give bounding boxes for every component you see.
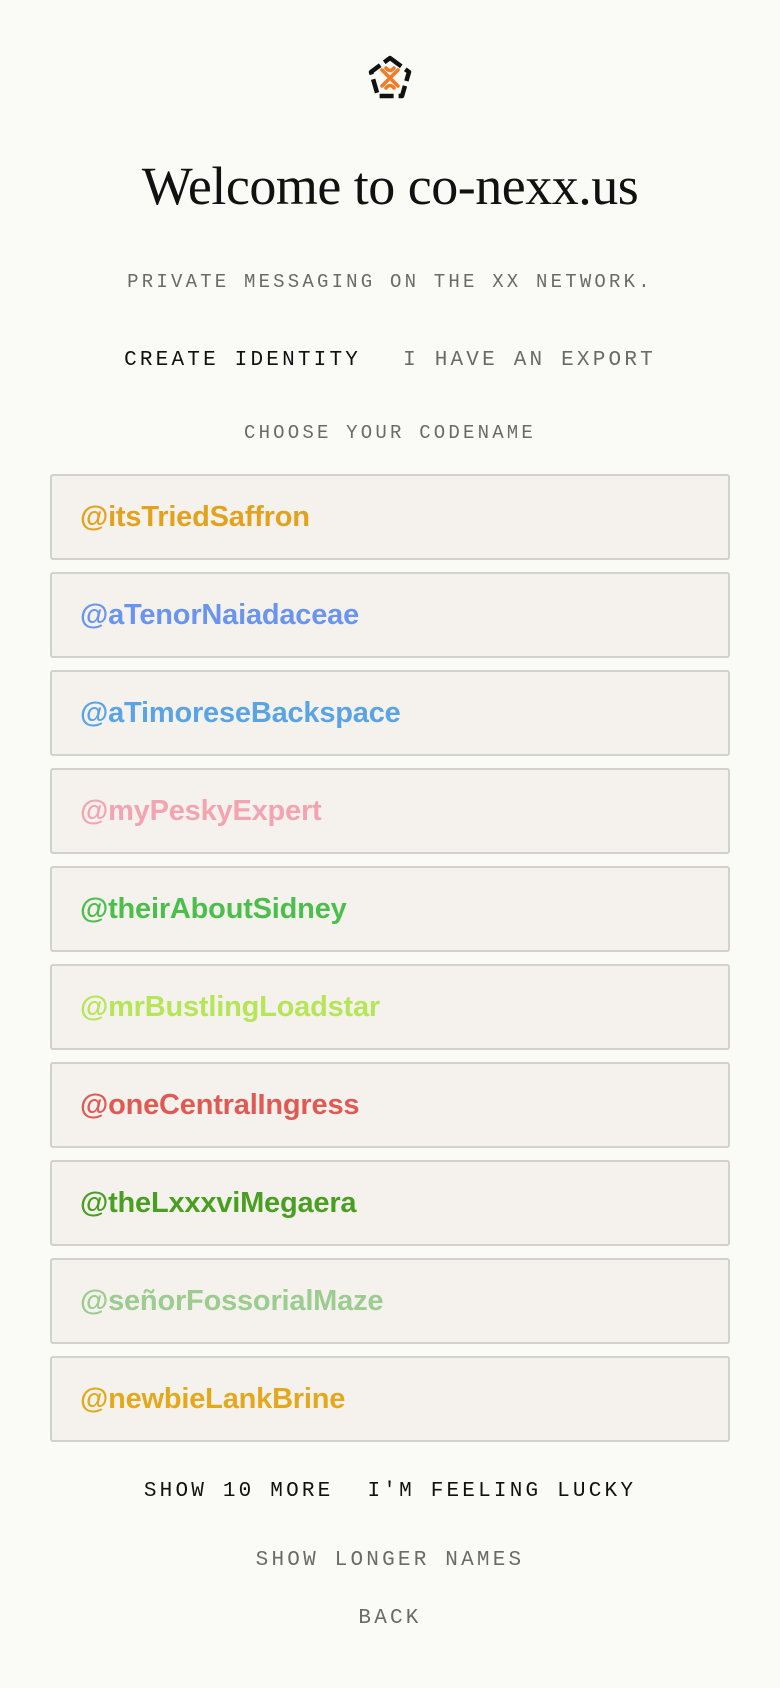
page-title: Welcome to co-nexx.us bbox=[141, 156, 639, 216]
feeling-lucky-button[interactable]: I'M FEELING LUCKY bbox=[367, 1480, 636, 1504]
codename-label: @aTimoreseBackspace bbox=[80, 696, 401, 729]
tagline: PRIVATE MESSAGING ON THE XX NETWORK. bbox=[127, 271, 653, 293]
codename-label: @newbieLankBrine bbox=[80, 1382, 346, 1415]
codename-option[interactable]: @mrBustlingLoadstar bbox=[50, 964, 730, 1050]
back-button[interactable]: BACK bbox=[358, 1607, 421, 1631]
codename-actions: SHOW 10 MORE I'M FEELING LUCKY bbox=[0, 1480, 780, 1504]
codename-label: @mrBustlingLoadstar bbox=[80, 990, 381, 1023]
codename-option[interactable]: @itsTriedSaffron bbox=[50, 474, 730, 560]
codename-option[interactable]: @newbieLankBrine bbox=[50, 1356, 730, 1442]
show-longer-names-button[interactable]: SHOW LONGER NAMES bbox=[256, 1549, 525, 1573]
codename-option[interactable]: @theLxxxviMegaera bbox=[50, 1160, 730, 1246]
tab-create-identity[interactable]: CREATE IDENTITY bbox=[124, 349, 361, 373]
choose-codename-label: CHOOSE YOUR CODENAME bbox=[243, 422, 537, 444]
codename-label: @oneCentralIngress bbox=[80, 1088, 360, 1121]
identity-tabs: CREATE IDENTITY I HAVE AN EXPORT bbox=[0, 349, 780, 373]
codename-label: @theLxxxviMegaera bbox=[80, 1186, 357, 1219]
codename-label: @theirAboutSidney bbox=[80, 892, 347, 925]
codename-option[interactable]: @myPeskyExpert bbox=[50, 768, 730, 854]
show-10-more-button[interactable]: SHOW 10 MORE bbox=[144, 1480, 334, 1504]
codename-label: @señorFossorialMaze bbox=[80, 1284, 384, 1317]
codename-option[interactable]: @theirAboutSidney bbox=[50, 866, 730, 952]
codename-label: @itsTriedSaffron bbox=[80, 500, 310, 533]
codename-option[interactable]: @oneCentralIngress bbox=[50, 1062, 730, 1148]
codename-option[interactable]: @aTimoreseBackspace bbox=[50, 670, 730, 756]
conexxus-pentagon-logo-icon bbox=[368, 55, 412, 99]
codename-label: @aTenorNaiadaceae bbox=[80, 598, 360, 631]
codename-list: @itsTriedSaffron @aTenorNaiadaceae @aTimor… bbox=[50, 474, 730, 1454]
show-longer-names-row: SHOW LONGER NAMES bbox=[0, 1549, 780, 1573]
codename-label: @myPeskyExpert bbox=[80, 794, 322, 827]
codename-option[interactable]: @señorFossorialMaze bbox=[50, 1258, 730, 1344]
back-row: BACK bbox=[0, 1607, 780, 1631]
tab-i-have-an-export[interactable]: I HAVE AN EXPORT bbox=[403, 349, 656, 373]
codename-option[interactable]: @aTenorNaiadaceae bbox=[50, 572, 730, 658]
